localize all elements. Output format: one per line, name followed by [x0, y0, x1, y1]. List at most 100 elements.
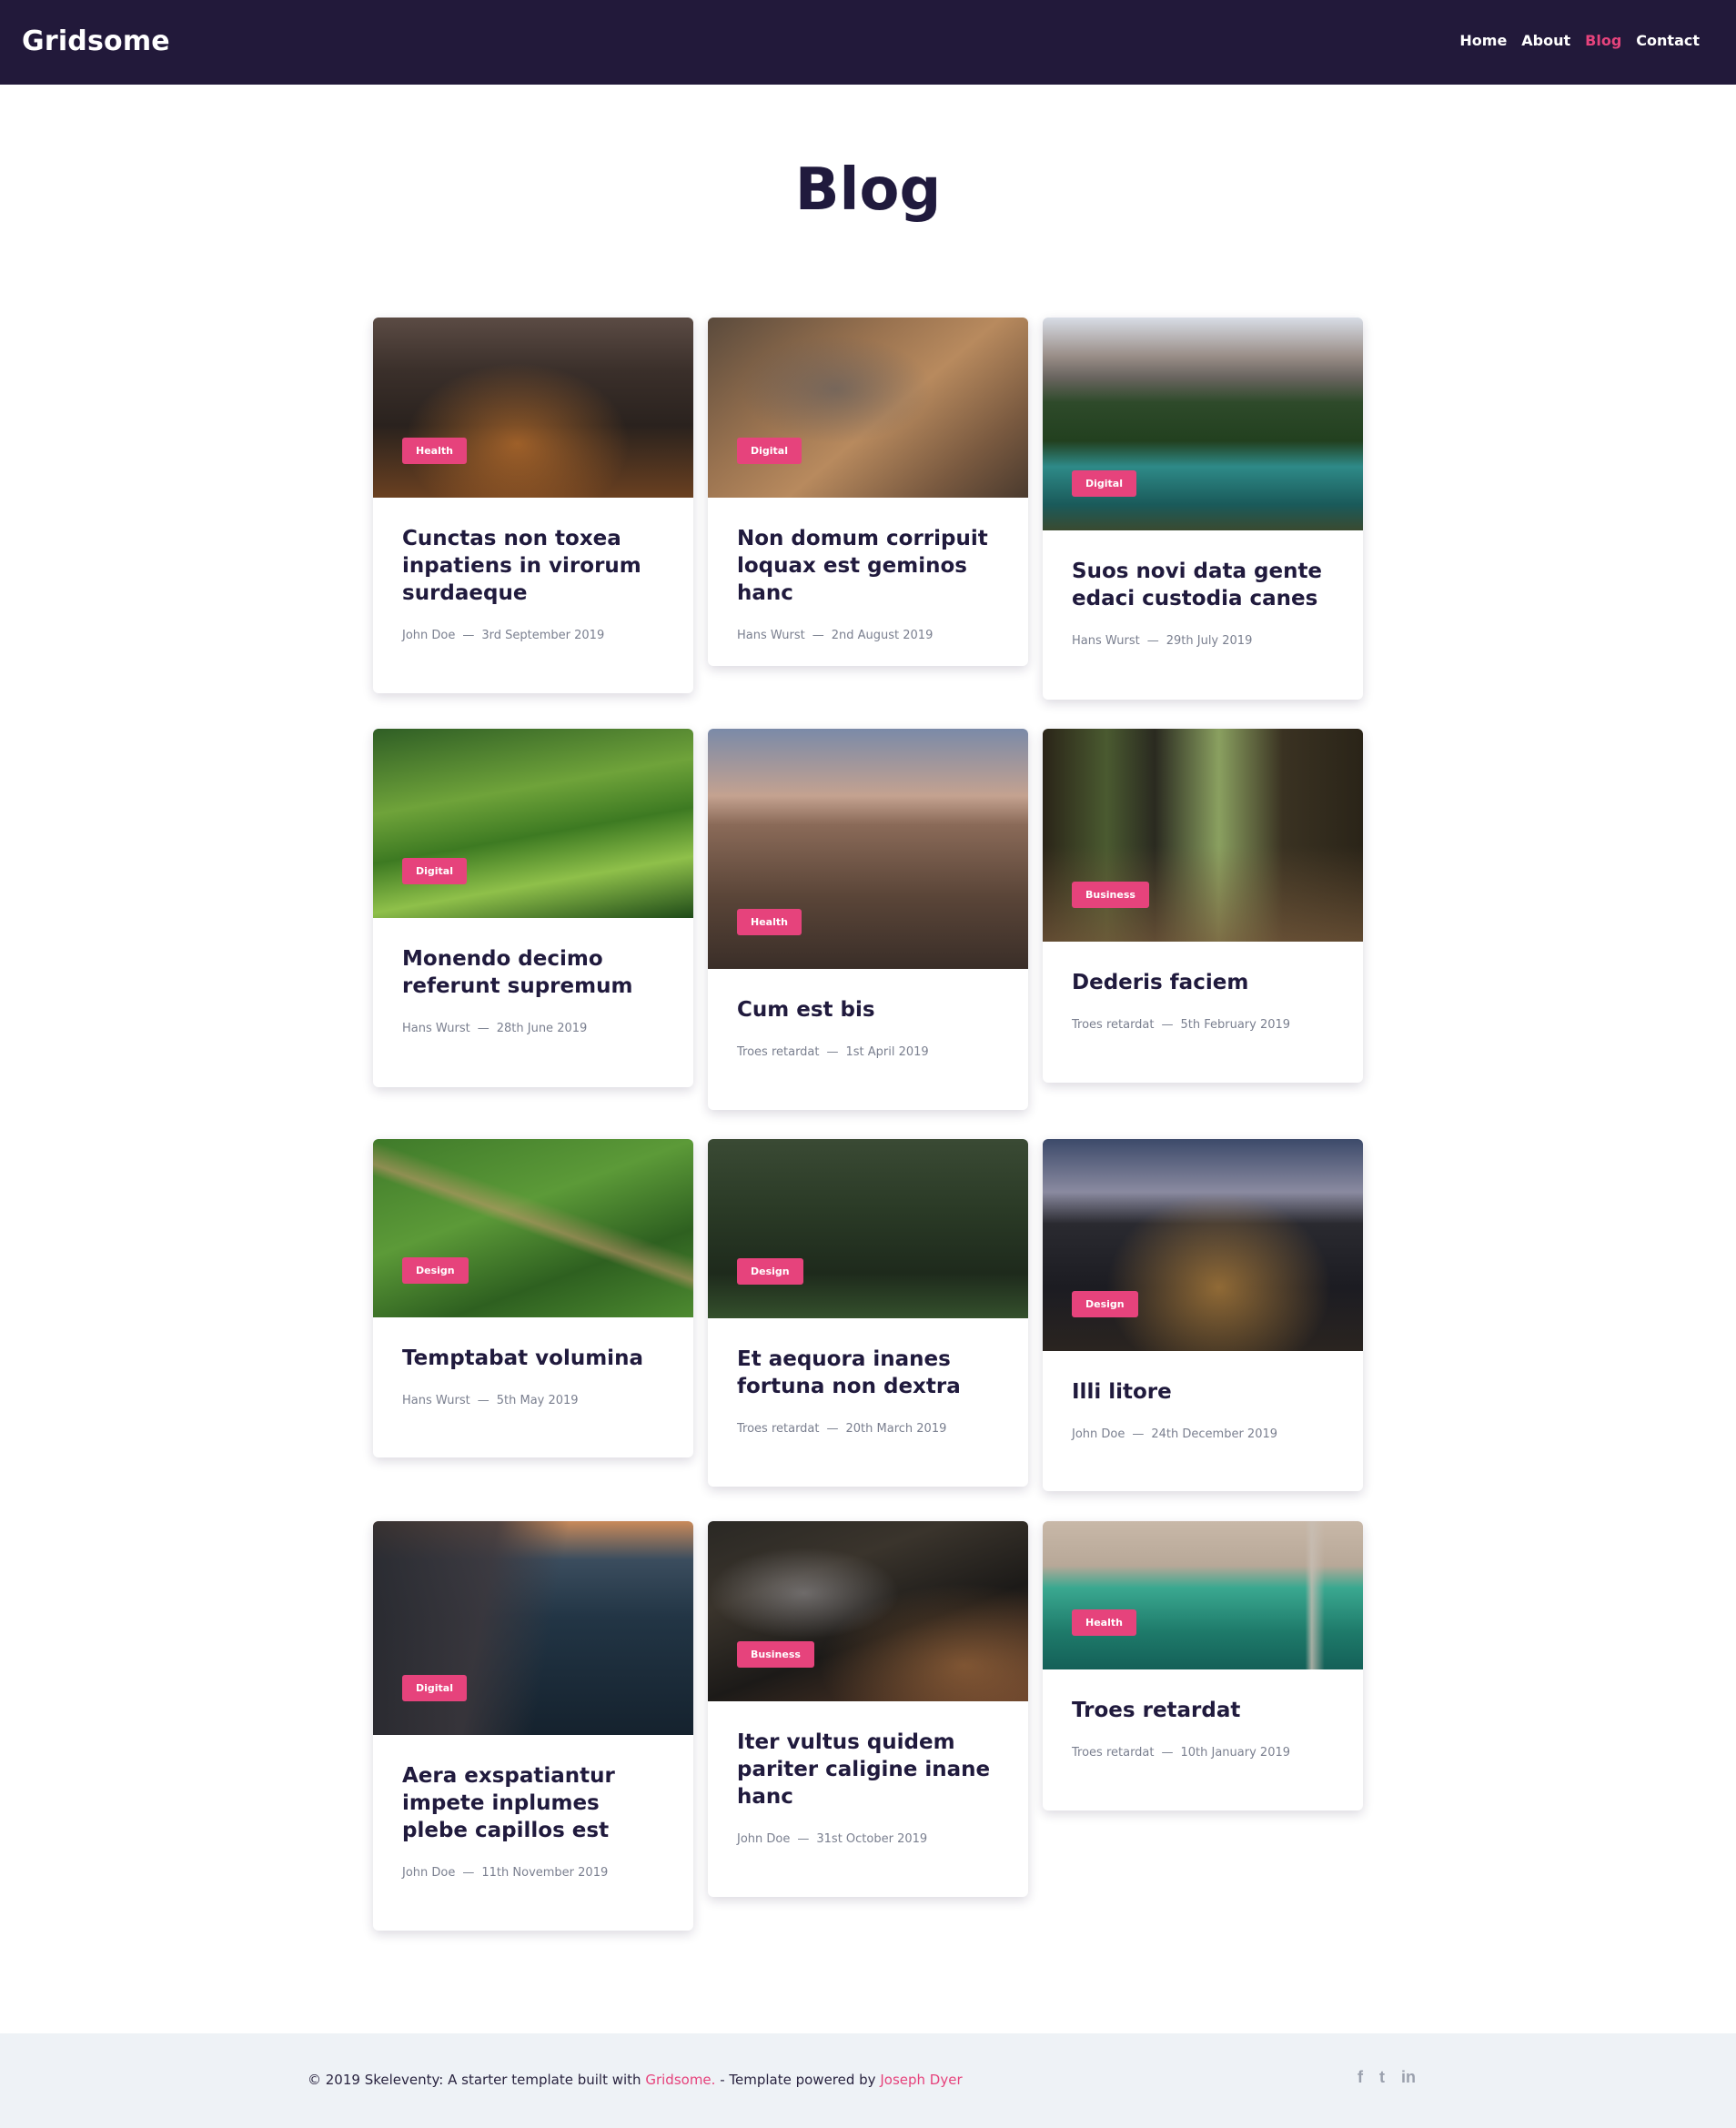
post-category-tag[interactable]: Health — [1072, 1609, 1136, 1636]
nav-home[interactable]: Home — [1459, 32, 1507, 49]
post-card[interactable]: Health Cum est bis Troes retardat — 1st Ap… — [708, 729, 1028, 1110]
footer-copyright: © 2019 Skeleventy: A starter template bu… — [308, 2072, 963, 2088]
nav-about[interactable]: About — [1521, 32, 1570, 49]
post-title[interactable]: Cum est bis — [737, 996, 999, 1024]
post-category-tag[interactable]: Digital — [402, 1675, 467, 1701]
post-author: Hans Wurst — [402, 1394, 470, 1407]
twitter-icon[interactable]: t — [1379, 2068, 1385, 2087]
post-card[interactable]: Business Iter vultus quidem pariter cali… — [708, 1521, 1028, 1897]
nav-blog[interactable]: Blog — [1585, 32, 1621, 49]
post-meta: John Doe — 11th November 2019 — [402, 1866, 664, 1880]
post-body: Et aequora inanes fortuna non dextra Tro… — [708, 1318, 1028, 1436]
post-author: Troes retardat — [737, 1422, 820, 1436]
meta-separator: — — [1132, 1427, 1145, 1441]
post-body: Cum est bis Troes retardat — 1st April 201… — [708, 969, 1028, 1059]
post-image[interactable]: Business — [1043, 729, 1363, 942]
meta-separator: — — [826, 1422, 839, 1436]
post-image[interactable]: Health — [1043, 1521, 1363, 1669]
post-author: Troes retardat — [737, 1045, 820, 1059]
post-date: 3rd September 2019 — [481, 629, 605, 642]
post-title[interactable]: Suos novi data gente edaci custodia cane… — [1072, 558, 1334, 612]
post-date: 2nd August 2019 — [831, 629, 934, 642]
post-image[interactable]: Business — [708, 1521, 1028, 1701]
meta-separator: — — [462, 629, 475, 642]
post-author: John Doe — [1072, 1427, 1125, 1441]
post-card[interactable]: Digital Monendo decimo referunt supremum… — [373, 729, 693, 1087]
post-meta: Troes retardat — 10th January 2019 — [1072, 1746, 1334, 1760]
post-author: Hans Wurst — [402, 1022, 470, 1035]
post-date: 31st October 2019 — [816, 1832, 928, 1846]
post-author: Hans Wurst — [737, 629, 805, 642]
post-title[interactable]: Illi litore — [1072, 1378, 1334, 1406]
post-category-tag[interactable]: Health — [737, 909, 802, 935]
author-link[interactable]: Joseph Dyer — [880, 2072, 962, 2088]
post-image[interactable]: Digital — [708, 318, 1028, 498]
post-meta: Troes retardat — 1st April 2019 — [737, 1045, 999, 1059]
post-category-tag[interactable]: Digital — [1072, 470, 1136, 497]
post-image[interactable]: Design — [708, 1139, 1028, 1318]
post-title[interactable]: Non domum corripuit loquax est geminos h… — [737, 525, 999, 607]
social-links: f t in — [1358, 2068, 1416, 2087]
post-image[interactable]: Design — [373, 1139, 693, 1317]
post-category-tag[interactable]: Design — [737, 1258, 803, 1285]
post-body: Cunctas non toxea inpatiens in virorum s… — [373, 498, 693, 642]
post-title[interactable]: Iter vultus quidem pariter caligine inan… — [737, 1729, 999, 1810]
nav-contact[interactable]: Contact — [1636, 32, 1700, 49]
meta-separator: — — [477, 1022, 490, 1035]
post-image[interactable]: Digital — [373, 1521, 693, 1735]
facebook-icon[interactable]: f — [1358, 2068, 1363, 2087]
post-date: 5th February 2019 — [1180, 1018, 1291, 1032]
post-card[interactable]: Business Dederis faciem Troes retardat — 5… — [1043, 729, 1363, 1083]
post-image[interactable]: Health — [373, 318, 693, 498]
post-meta: John Doe — 24th December 2019 — [1072, 1427, 1334, 1441]
meta-separator: — — [797, 1832, 810, 1846]
post-category-tag[interactable]: Health — [402, 438, 467, 464]
post-title[interactable]: Troes retardat — [1072, 1697, 1334, 1724]
brand-logo[interactable]: Gridsome — [22, 25, 170, 57]
copyright-text: © 2019 Skeleventy: A starter template bu… — [308, 2072, 641, 2088]
post-author: Hans Wurst — [1072, 634, 1140, 648]
post-title[interactable]: Cunctas non toxea inpatiens in virorum s… — [402, 525, 664, 607]
post-date: 11th November 2019 — [481, 1866, 609, 1880]
post-body: Aera exspatiantur impete inplumes plebe … — [373, 1735, 693, 1880]
post-body: Monendo decimo referunt supremum Hans Wu… — [373, 918, 693, 1035]
post-image[interactable]: Design — [1043, 1139, 1363, 1351]
post-title[interactable]: Temptabat volumina — [402, 1345, 664, 1372]
post-category-tag[interactable]: Business — [737, 1641, 814, 1668]
post-category-tag[interactable]: Digital — [737, 438, 802, 464]
post-meta: Hans Wurst — 29th July 2019 — [1072, 634, 1334, 648]
post-category-tag[interactable]: Business — [1072, 882, 1149, 908]
gridsome-link[interactable]: Gridsome. — [645, 2072, 715, 2088]
post-card[interactable]: Design Et aequora inanes fortuna non dex… — [708, 1139, 1028, 1487]
post-author: John Doe — [402, 629, 456, 642]
meta-separator: — — [462, 1866, 475, 1880]
post-meta: John Doe — 3rd September 2019 — [402, 629, 664, 642]
post-date: 10th January 2019 — [1180, 1746, 1291, 1760]
post-card[interactable]: Health Cunctas non toxea inpatiens in vi… — [373, 318, 693, 693]
post-title[interactable]: Monendo decimo referunt supremum — [402, 945, 664, 1000]
meta-separator: — — [1161, 1018, 1174, 1032]
post-meta: Troes retardat — 20th March 2019 — [737, 1422, 999, 1436]
linkedin-icon[interactable]: in — [1401, 2068, 1416, 2087]
post-card[interactable]: Digital Non domum corripuit loquax est g… — [708, 318, 1028, 666]
post-image[interactable]: Digital — [373, 729, 693, 918]
meta-separator: — — [1161, 1746, 1174, 1760]
post-card[interactable]: Health Troes retardat Troes retardat — 10t… — [1043, 1521, 1363, 1810]
post-title[interactable]: Et aequora inanes fortuna non dextra — [737, 1346, 999, 1400]
post-category-tag[interactable]: Design — [1072, 1291, 1138, 1317]
post-category-tag[interactable]: Digital — [402, 858, 467, 884]
post-author: Troes retardat — [1072, 1746, 1155, 1760]
post-card[interactable]: Digital Aera exspatiantur impete inplume… — [373, 1521, 693, 1931]
post-category-tag[interactable]: Design — [402, 1257, 469, 1284]
post-body: Suos novi data gente edaci custodia cane… — [1043, 530, 1363, 648]
post-body: Non domum corripuit loquax est geminos h… — [708, 498, 1028, 642]
post-image[interactable]: Health — [708, 729, 1028, 969]
post-author: John Doe — [402, 1866, 456, 1880]
post-title[interactable]: Aera exspatiantur impete inplumes plebe … — [402, 1762, 664, 1844]
post-date: 28th June 2019 — [496, 1022, 588, 1035]
post-card[interactable]: Design Temptabat volumina Hans Wurst — 5th… — [373, 1139, 693, 1457]
post-title[interactable]: Dederis faciem — [1072, 969, 1334, 996]
post-image[interactable]: Digital — [1043, 318, 1363, 530]
post-card[interactable]: Digital Suos novi data gente edaci custo… — [1043, 318, 1363, 700]
post-card[interactable]: Design Illi litore John Doe — 24th Decembe… — [1043, 1139, 1363, 1491]
